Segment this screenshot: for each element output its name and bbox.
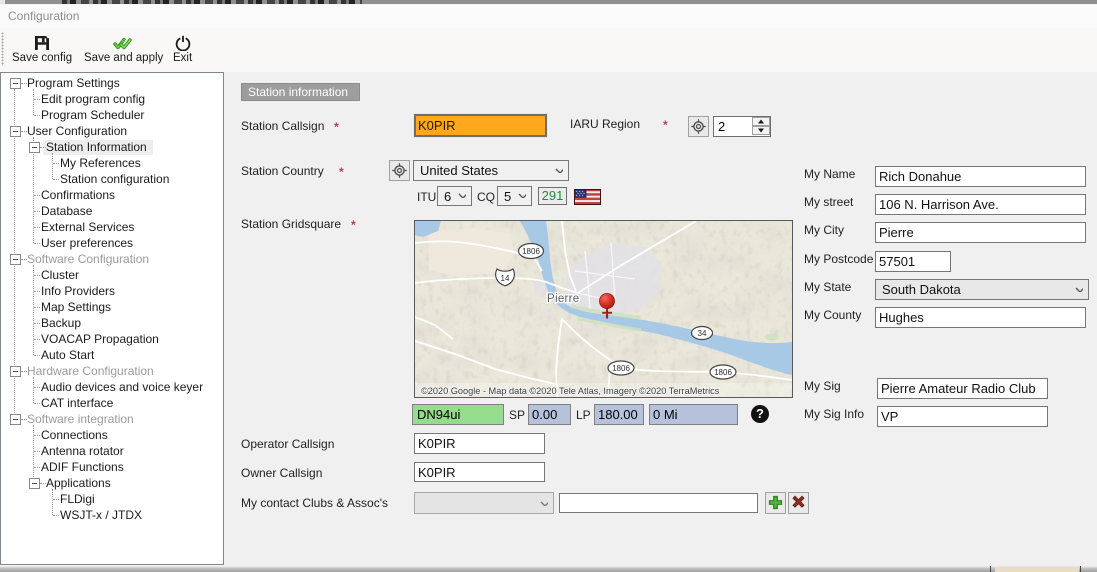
svg-text:34: 34 <box>698 329 707 338</box>
svg-text:©2020 Google - Map data ©2020: ©2020 Google - Map data ©2020 Tele Atlas… <box>421 386 720 396</box>
svg-text:Pierre: Pierre <box>547 293 579 305</box>
svg-text:1806: 1806 <box>714 368 732 377</box>
svg-text:1806: 1806 <box>522 247 540 256</box>
svg-text:14: 14 <box>501 274 510 283</box>
svg-text:1806: 1806 <box>612 364 630 373</box>
